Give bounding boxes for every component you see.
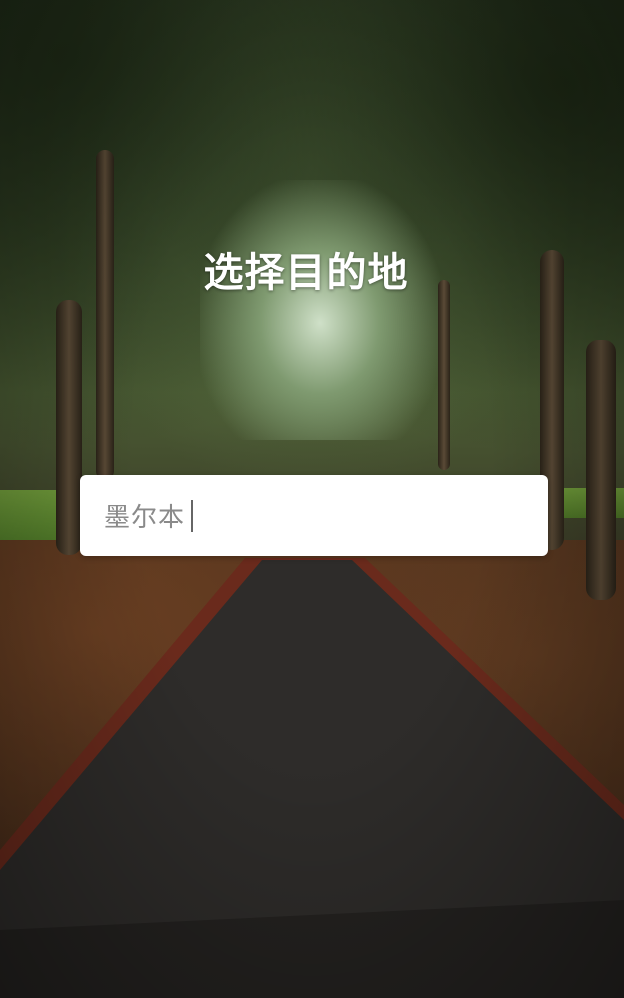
destination-input-value: 墨尔本 bbox=[104, 503, 186, 533]
destination-screen: 选择目的地 墨尔本 bbox=[0, 0, 624, 998]
destination-input[interactable]: 墨尔本 bbox=[80, 475, 548, 556]
page-title: 选择目的地 bbox=[203, 250, 409, 296]
text-caret bbox=[191, 499, 194, 532]
